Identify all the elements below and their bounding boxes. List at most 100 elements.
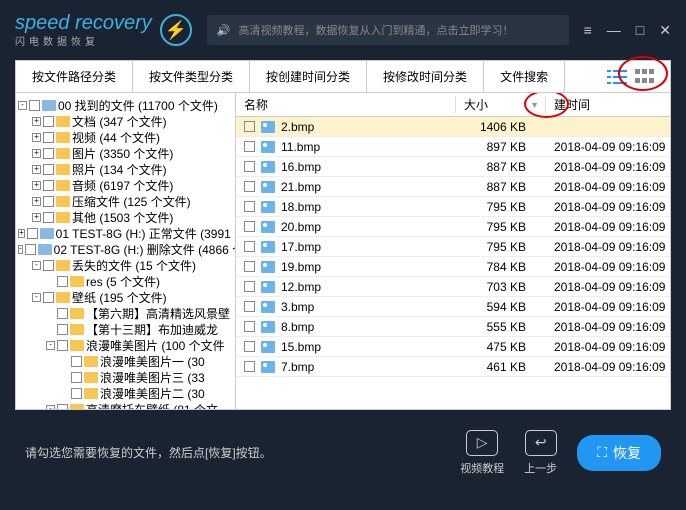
tree-row[interactable]: 浪漫唯美图片二 (30	[18, 385, 233, 401]
checkbox[interactable]	[57, 276, 68, 287]
folder-tree[interactable]: -00 找到的文件 (11700 个文件)+文档 (347 个文件)+视频 (4…	[16, 93, 236, 409]
checkbox[interactable]	[71, 372, 82, 383]
file-row[interactable]: 7.bmp461 KB2018-04-09 09:16:09	[236, 357, 670, 377]
checkbox[interactable]	[43, 116, 54, 127]
file-row[interactable]: 21.bmp887 KB2018-04-09 09:16:09	[236, 177, 670, 197]
tree-row[interactable]: +图片 (3350 个文件)	[18, 145, 233, 161]
sort-arrow-icon: ▼	[530, 100, 539, 110]
file-row[interactable]: 20.bmp795 KB2018-04-09 09:16:09	[236, 217, 670, 237]
checkbox[interactable]	[43, 132, 54, 143]
tree-row[interactable]: -壁纸 (195 个文件)	[18, 289, 233, 305]
file-row[interactable]: 15.bmp475 KB2018-04-09 09:16:09	[236, 337, 670, 357]
tree-row[interactable]: res (5 个文件)	[18, 273, 233, 289]
expand-icon[interactable]: -	[32, 261, 41, 270]
tree-row[interactable]: +照片 (134 个文件)	[18, 161, 233, 177]
checkbox[interactable]	[57, 324, 68, 335]
expand-icon[interactable]: -	[46, 405, 55, 410]
maximize-button[interactable]: □	[636, 22, 644, 38]
checkbox[interactable]	[43, 164, 54, 175]
file-row[interactable]: 8.bmp555 KB2018-04-09 09:16:09	[236, 317, 670, 337]
minimize-button[interactable]: —	[607, 22, 621, 38]
tree-row[interactable]: 浪漫唯美图片一 (30	[18, 353, 233, 369]
tab-created[interactable]: 按创建时间分类	[250, 61, 367, 92]
tree-row[interactable]: -高清摩托车壁纸 (81 个文	[18, 401, 233, 409]
checkbox[interactable]	[244, 281, 255, 292]
checkbox[interactable]	[244, 141, 255, 152]
expand-icon[interactable]: +	[32, 149, 41, 158]
checkbox[interactable]	[244, 181, 255, 192]
checkbox[interactable]	[29, 100, 40, 111]
tree-row[interactable]: +音频 (6197 个文件)	[18, 177, 233, 193]
tree-row[interactable]: -00 找到的文件 (11700 个文件)	[18, 97, 233, 113]
expand-icon[interactable]: +	[32, 165, 41, 174]
checkbox[interactable]	[43, 260, 54, 271]
tab-type[interactable]: 按文件类型分类	[133, 61, 250, 92]
tip-banner[interactable]: 🔊 高清视频教程，数据恢复从入门到精通，点击立即学习！	[207, 15, 569, 45]
tree-row[interactable]: +文档 (347 个文件)	[18, 113, 233, 129]
tree-row[interactable]: +压缩文件 (125 个文件)	[18, 193, 233, 209]
checkbox[interactable]	[244, 301, 255, 312]
back-button[interactable]: ↩ 上一步	[524, 430, 557, 476]
expand-icon[interactable]: -	[18, 101, 27, 110]
file-row[interactable]: 17.bmp795 KB2018-04-09 09:16:09	[236, 237, 670, 257]
expand-icon[interactable]: +	[32, 181, 41, 190]
column-time[interactable]: 建时间	[546, 96, 670, 113]
checkbox[interactable]	[244, 321, 255, 332]
file-row[interactable]: 18.bmp795 KB2018-04-09 09:16:09	[236, 197, 670, 217]
file-row[interactable]: 2.bmp1406 KB	[236, 117, 670, 137]
expand-icon[interactable]: -	[32, 293, 41, 302]
checkbox[interactable]	[244, 241, 255, 252]
file-row[interactable]: 16.bmp887 KB2018-04-09 09:16:09	[236, 157, 670, 177]
tree-row[interactable]: -丢失的文件 (15 个文件)	[18, 257, 233, 273]
checkbox[interactable]	[25, 244, 36, 255]
checkbox[interactable]	[57, 308, 68, 319]
expand-icon[interactable]: +	[32, 117, 41, 126]
tree-row[interactable]: 浪漫唯美图片三 (33	[18, 369, 233, 385]
grid-view-icon[interactable]	[635, 69, 655, 85]
tree-row[interactable]: 【第十三期】布加迪威龙	[18, 321, 233, 337]
close-button[interactable]: ✕	[659, 22, 671, 39]
column-name[interactable]: 名称	[236, 96, 456, 113]
expand-icon[interactable]: -	[46, 341, 55, 350]
tree-row[interactable]: -浪漫唯美图片 (100 个文件	[18, 337, 233, 353]
checkbox[interactable]	[27, 228, 38, 239]
menu-icon[interactable]: ≡	[584, 22, 592, 38]
column-size[interactable]: 大小▼	[456, 96, 546, 113]
checkbox[interactable]	[43, 148, 54, 159]
tab-modified[interactable]: 按修改时间分类	[367, 61, 484, 92]
checkbox[interactable]	[244, 201, 255, 212]
expand-icon[interactable]: +	[32, 213, 41, 222]
checkbox[interactable]	[244, 221, 255, 232]
expand-icon[interactable]: +	[32, 197, 41, 206]
expand-icon[interactable]: +	[18, 229, 25, 238]
expand-icon[interactable]: +	[32, 133, 41, 142]
video-tutorial-button[interactable]: ▷ 视频教程	[460, 430, 504, 476]
checkbox[interactable]	[71, 388, 82, 399]
checkbox[interactable]	[244, 161, 255, 172]
checkbox[interactable]	[57, 340, 68, 351]
checkbox[interactable]	[244, 341, 255, 352]
checkbox[interactable]	[244, 261, 255, 272]
tree-row[interactable]: -02 TEST-8G (H:) 删除文件 (4866 个文	[18, 241, 233, 257]
tree-row[interactable]: +01 TEST-8G (H:) 正常文件 (3991 个文	[18, 225, 233, 241]
checkbox[interactable]	[244, 121, 255, 132]
tab-search[interactable]: 文件搜索	[484, 61, 565, 92]
tree-row[interactable]: 【第六期】高清精选风景壁	[18, 305, 233, 321]
checkbox[interactable]	[244, 361, 255, 372]
tree-row[interactable]: +其他 (1503 个文件)	[18, 209, 233, 225]
file-row[interactable]: 11.bmp897 KB2018-04-09 09:16:09	[236, 137, 670, 157]
checkbox[interactable]	[43, 180, 54, 191]
checkbox[interactable]	[57, 404, 68, 410]
tree-row[interactable]: +视频 (44 个文件)	[18, 129, 233, 145]
expand-icon[interactable]: -	[18, 245, 23, 254]
checkbox[interactable]	[43, 196, 54, 207]
tab-path[interactable]: 按文件路径分类	[16, 61, 133, 92]
file-row[interactable]: 19.bmp784 KB2018-04-09 09:16:09	[236, 257, 670, 277]
checkbox[interactable]	[71, 356, 82, 367]
checkbox[interactable]	[43, 212, 54, 223]
list-view-icon[interactable]	[607, 69, 627, 85]
file-row[interactable]: 12.bmp703 KB2018-04-09 09:16:09	[236, 277, 670, 297]
file-row[interactable]: 3.bmp594 KB2018-04-09 09:16:09	[236, 297, 670, 317]
recover-button[interactable]: ⛶ 恢复	[577, 435, 661, 471]
checkbox[interactable]	[43, 292, 54, 303]
